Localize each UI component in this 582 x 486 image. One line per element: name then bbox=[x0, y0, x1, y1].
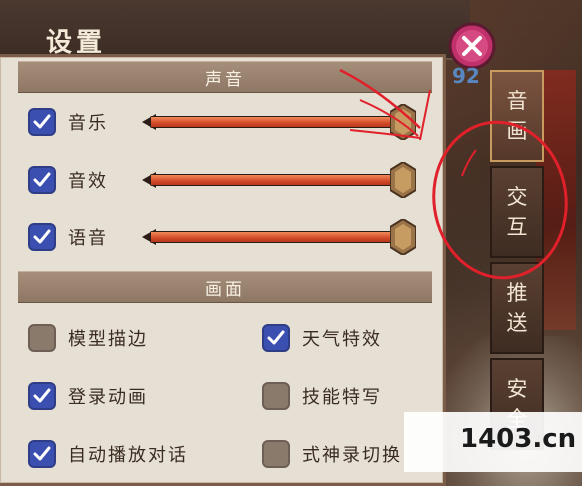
effects-label: 音效 bbox=[68, 171, 108, 192]
voice-label: 语音 bbox=[68, 228, 108, 249]
option-login-animation[interactable]: 登录动画 bbox=[28, 379, 148, 413]
skill-closeup-label: 技能特写 bbox=[302, 387, 382, 408]
tab-push[interactable]: 推 送 bbox=[490, 262, 544, 354]
music-slider[interactable] bbox=[142, 104, 426, 140]
sound-row-voice: 语音 bbox=[28, 220, 108, 254]
slider-track bbox=[150, 231, 416, 243]
title-bar: 设置 bbox=[0, 0, 470, 60]
check-icon bbox=[33, 114, 51, 129]
weather-effects-label: 天气特效 bbox=[302, 329, 382, 350]
voice-checkbox[interactable] bbox=[28, 223, 56, 251]
voice-slider[interactable] bbox=[142, 219, 426, 255]
slider-track bbox=[150, 116, 416, 128]
check-icon bbox=[267, 330, 285, 345]
login-animation-label: 登录动画 bbox=[68, 387, 148, 408]
effects-slider-fill bbox=[151, 175, 402, 185]
login-animation-checkbox[interactable] bbox=[28, 382, 56, 410]
effects-slider[interactable] bbox=[142, 162, 426, 198]
check-icon bbox=[33, 172, 51, 187]
tab-security-char-1: 安 bbox=[506, 377, 528, 401]
check-icon bbox=[33, 446, 51, 461]
auto-dialogue-label: 自动播放对话 bbox=[68, 445, 188, 466]
tab-interaction-char-1: 交 bbox=[506, 185, 528, 209]
sound-row-music: 音乐 bbox=[28, 105, 108, 139]
tab-push-char-2: 送 bbox=[506, 311, 528, 335]
music-slider-fill bbox=[151, 117, 402, 127]
model-outline-label: 模型描边 bbox=[68, 329, 148, 350]
music-checkbox[interactable] bbox=[28, 108, 56, 136]
effects-slider-knob[interactable] bbox=[389, 162, 416, 198]
settings-panel: 声音 音乐 音效 语音 画面 模型描边 天气特效 登录动画 技能特写 自动播放对… bbox=[0, 54, 446, 486]
option-shikigami-switch[interactable]: 式神录切换 bbox=[262, 437, 402, 471]
model-outline-checkbox[interactable] bbox=[28, 324, 56, 352]
music-label: 音乐 bbox=[68, 113, 108, 134]
option-skill-closeup[interactable]: 技能特写 bbox=[262, 379, 382, 413]
section-header-sound: 声音 bbox=[18, 61, 432, 93]
weather-effects-checkbox[interactable] bbox=[262, 324, 290, 352]
slider-track bbox=[150, 174, 416, 186]
option-weather-effects[interactable]: 天气特效 bbox=[262, 321, 382, 355]
check-icon bbox=[33, 388, 51, 403]
sound-row-effects: 音效 bbox=[28, 163, 108, 197]
music-slider-knob[interactable] bbox=[389, 104, 416, 140]
tab-audio-visual-char-2: 画 bbox=[506, 119, 528, 143]
tab-interaction-char-2: 互 bbox=[506, 215, 528, 239]
tab-interaction[interactable]: 交 互 bbox=[490, 166, 544, 258]
section-header-graphics: 画面 bbox=[18, 271, 432, 303]
tab-audio-visual[interactable]: 音 画 bbox=[490, 70, 544, 162]
option-auto-dialogue[interactable]: 自动播放对话 bbox=[28, 437, 188, 471]
tab-push-char-1: 推 bbox=[506, 281, 528, 305]
shikigami-switch-label: 式神录切换 bbox=[302, 445, 402, 466]
voice-slider-knob[interactable] bbox=[389, 219, 416, 255]
watermark-top: 92 bbox=[452, 64, 480, 88]
check-icon bbox=[33, 229, 51, 244]
auto-dialogue-checkbox[interactable] bbox=[28, 440, 56, 468]
shikigami-switch-checkbox[interactable] bbox=[262, 440, 290, 468]
skill-closeup-checkbox[interactable] bbox=[262, 382, 290, 410]
option-model-outline[interactable]: 模型描边 bbox=[28, 321, 148, 355]
watermark-bottom: 1403.cn bbox=[460, 424, 577, 454]
voice-slider-fill bbox=[151, 232, 402, 242]
effects-checkbox[interactable] bbox=[28, 166, 56, 194]
tab-audio-visual-char-1: 音 bbox=[506, 89, 528, 113]
